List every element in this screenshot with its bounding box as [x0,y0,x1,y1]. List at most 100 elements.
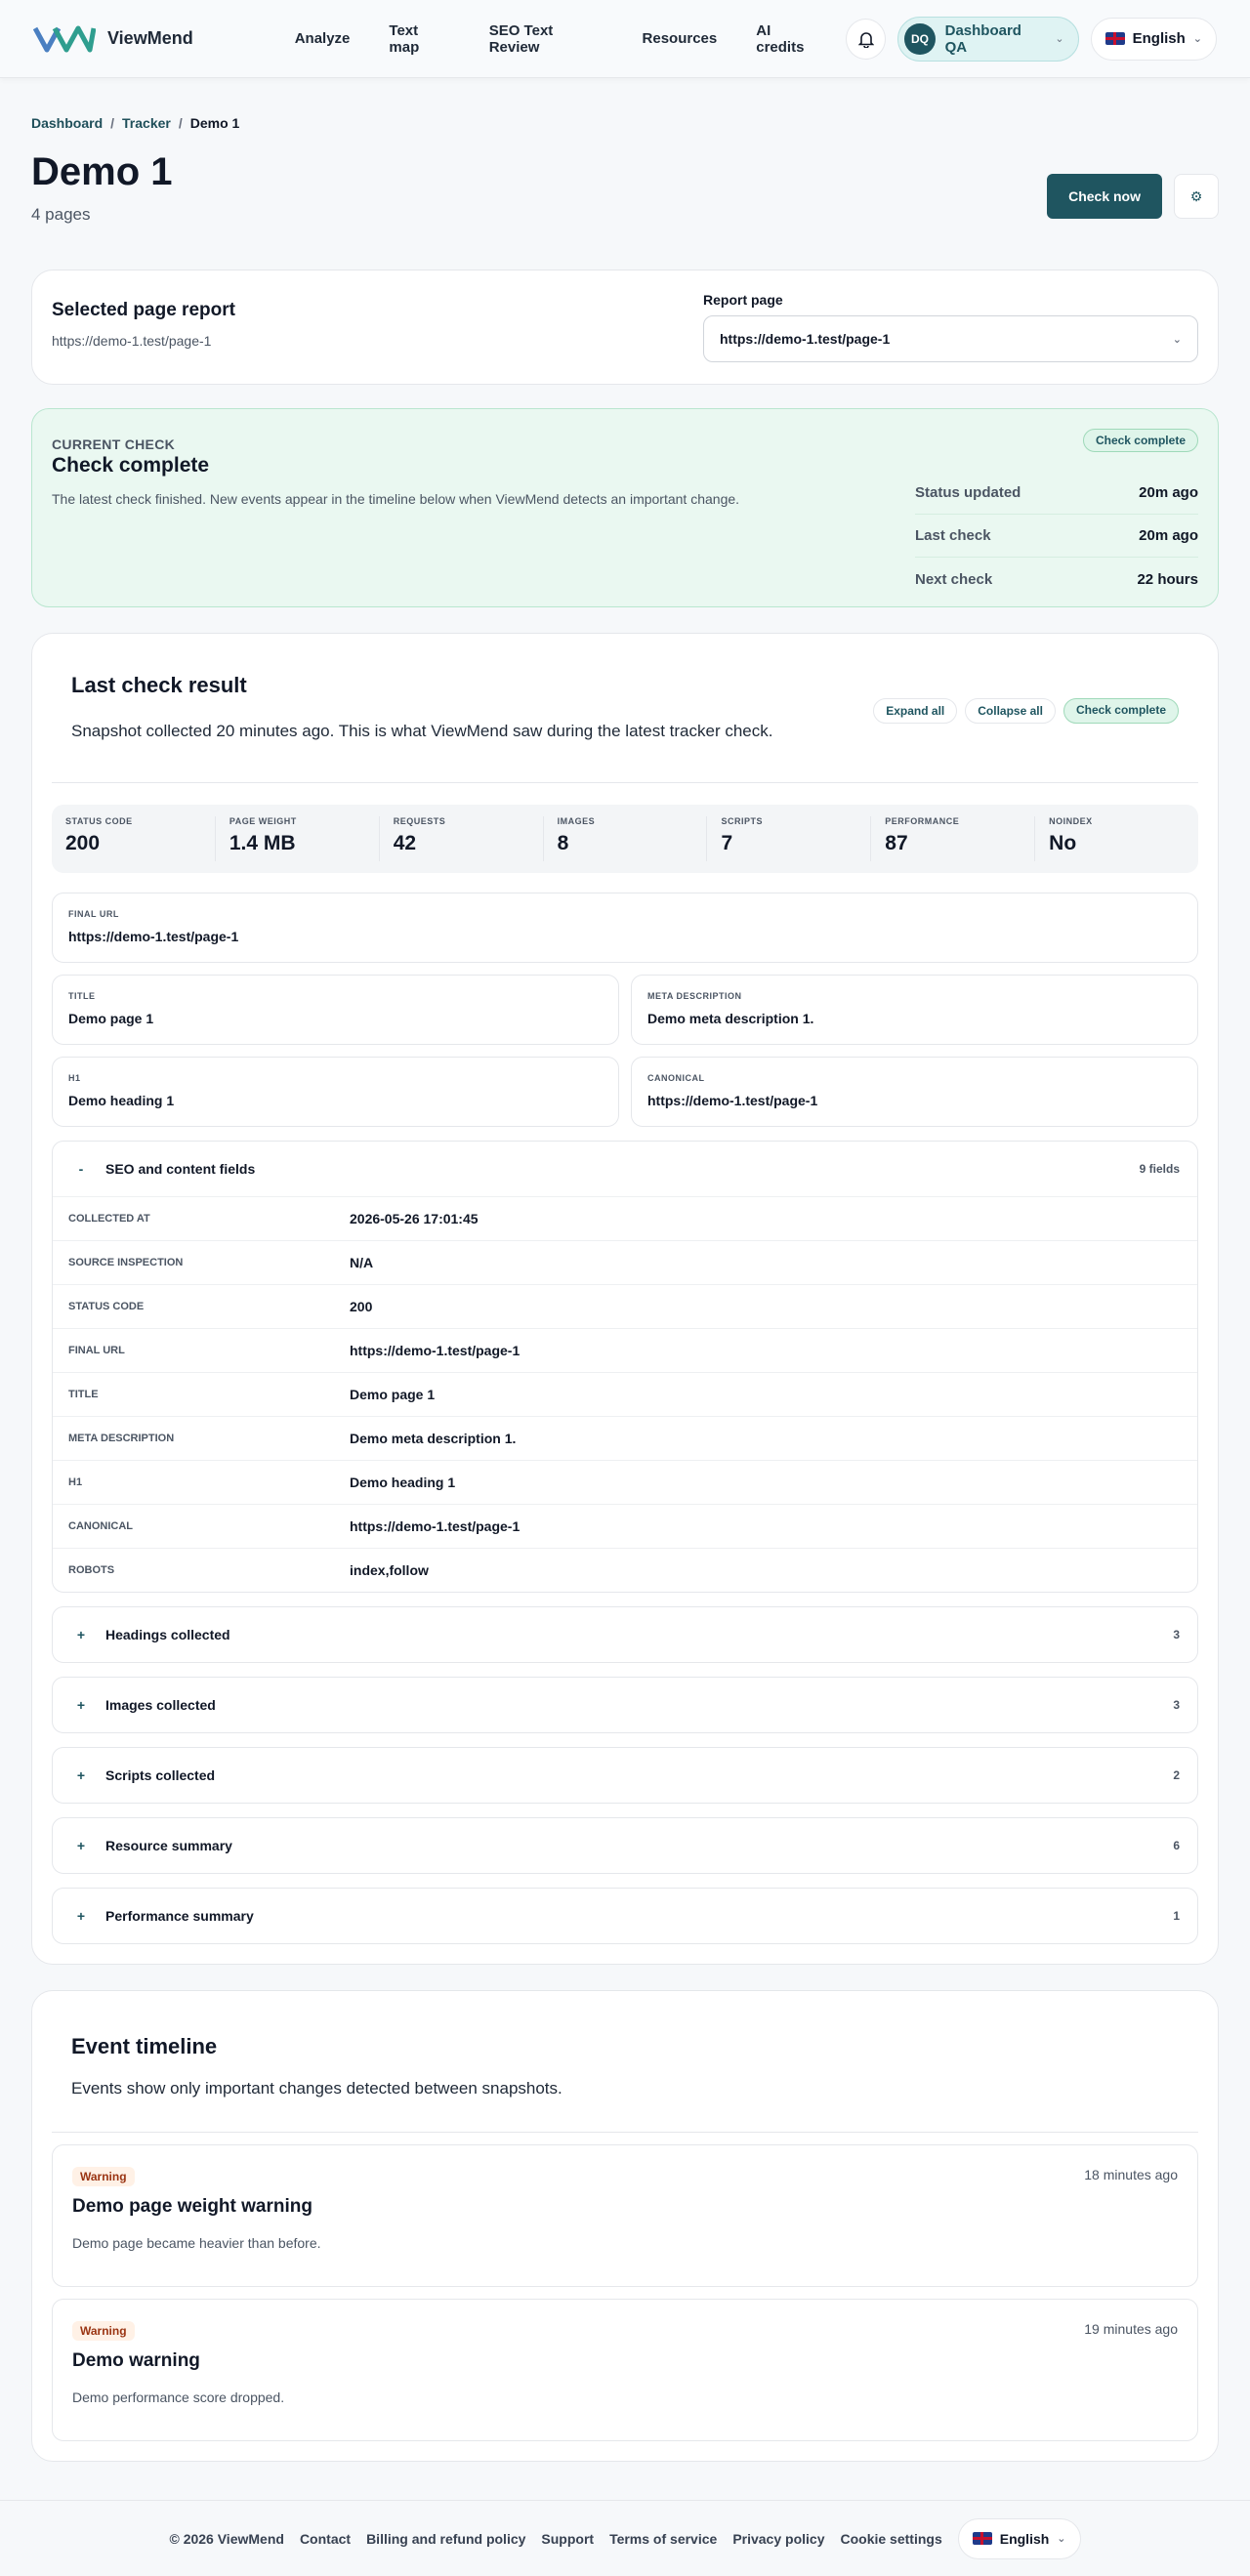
footer-link-billing[interactable]: Billing and refund policy [366,2531,525,2547]
language-selector[interactable]: English ⌄ [1090,17,1217,61]
check-now-button[interactable]: Check now [1047,174,1162,219]
performance-summary-section[interactable]: + Performance summary 1 [52,1888,1198,1944]
section-title: Images collected [105,1697,216,1713]
settings-button[interactable]: ⚙ [1174,174,1219,219]
field-value: Demo page 1 [68,1011,154,1026]
uk-flag-icon [1104,32,1125,45]
nav-seo-text-review[interactable]: SEO Text Review [489,22,604,56]
timeline-description: Events show only important changes detec… [71,2079,562,2098]
row-label: SOURCE INSPECTION [68,1257,184,1268]
row-label: FINAL URL [68,1345,125,1356]
current-check-kicker: CURRENT CHECK [52,436,176,452]
metric-status-code: STATUS CODE 200 [52,816,216,861]
seo-content-fields-section: - SEO and content fields 9 fields COLLEC… [52,1141,1198,1593]
result-actions: Expand all Collapse all Check complete [873,698,1179,724]
row-label: TITLE [68,1389,99,1400]
table-row: ROBOTS index,follow [53,1548,1197,1592]
metric-noindex: NOINDEX No [1035,816,1198,861]
row-label: H1 [68,1476,83,1488]
stat-label: Last check [915,527,991,544]
table-row: META DESCRIPTION Demo meta description 1. [53,1416,1197,1460]
table-row: H1 Demo heading 1 [53,1460,1197,1504]
report-page-select[interactable]: https://demo-1.test/page-1 ⌄ [703,315,1198,362]
stat-label: Status updated [915,484,1021,501]
section-count: 1 [1173,1909,1180,1923]
metric-value: 8 [557,832,569,854]
scripts-collected-section[interactable]: + Scripts collected 2 [52,1747,1198,1804]
event-timestamp: 19 minutes ago [1084,2321,1178,2337]
notifications-button[interactable] [846,18,887,60]
breadcrumb-tracker[interactable]: Tracker [122,115,171,131]
gear-icon: ⚙ [1189,187,1203,204]
timeline-title: Event timeline [71,2034,218,2058]
metrics-strip: STATUS CODE 200 PAGE WEIGHT 1.4 MB REQUEST… [52,805,1198,873]
footer-link-privacy[interactable]: Privacy policy [732,2531,824,2547]
event-title: Demo page weight warning [72,2196,312,2217]
chevron-down-icon: ⌄ [1172,333,1182,346]
nav-analyze[interactable]: Analyze [295,30,351,47]
images-collected-section[interactable]: + Images collected 3 [52,1677,1198,1733]
nav-text-map[interactable]: Text map [389,22,449,56]
avatar: DQ [904,22,936,55]
collapse-all-button[interactable]: Collapse all [965,698,1056,724]
section-title: SEO and content fields [105,1161,256,1177]
canonical-field: CANONICAL https://demo-1.test/page-1 [631,1057,1198,1127]
top-navigation-bar: ViewMend Analyze Text map SEO Text Revie… [0,0,1250,78]
expand-icon: + [76,1627,86,1642]
timeline-event: Warning Demo page weight warning Demo pa… [52,2144,1198,2287]
metric-value: 87 [885,832,908,854]
nav-ai-credits[interactable]: AI credits [756,22,820,56]
row-value: Demo page 1 [350,1387,436,1402]
seo-section-toggle[interactable]: - SEO and content fields 9 fields [53,1142,1197,1196]
row-value: Demo meta description 1. [350,1431,517,1446]
uk-flag-icon [972,2532,992,2545]
metric-performance: PERFORMANCE 87 [871,816,1036,861]
section-title: Resource summary [105,1838,232,1853]
footer: © 2026 ViewMend Contact Billing and refu… [0,2500,1250,2576]
row-value: 200 [350,1299,373,1314]
brand-logo[interactable]: ViewMend [33,24,193,54]
footer-language-selector[interactable]: English ⌄ [957,2517,1081,2559]
row-label: META DESCRIPTION [68,1433,175,1444]
footer-link-support[interactable]: Support [541,2531,594,2547]
metric-label: SCRIPTS [721,816,763,826]
row-label: STATUS CODE [68,1301,145,1312]
brand-name: ViewMend [107,28,193,48]
resource-summary-section[interactable]: + Resource summary 6 [52,1817,1198,1874]
breadcrumb-dashboard[interactable]: Dashboard [31,115,103,131]
nav-resources[interactable]: Resources [643,30,718,47]
page-title: Demo 1 [31,150,173,193]
field-value: https://demo-1.test/page-1 [647,1093,818,1108]
row-label: ROBOTS [68,1564,115,1576]
metric-value: 1.4 MB [229,832,296,854]
account-menu-button[interactable]: DQ Dashboard QA ⌄ [897,16,1079,62]
event-timestamp: 18 minutes ago [1084,2167,1178,2182]
headings-collected-section[interactable]: + Headings collected 3 [52,1606,1198,1663]
final-url-field: FINAL URL https://demo-1.test/page-1 [52,893,1198,963]
check-stats: Status updated 20m ago Last check 20m ago … [915,472,1198,601]
result-description: Snapshot collected 20 minutes ago. This … [71,722,773,740]
metric-scripts: SCRIPTS 7 [707,816,872,861]
metric-page-weight: PAGE WEIGHT 1.4 MB [216,816,380,861]
report-title: Selected page report [52,300,235,320]
warning-badge: Warning [72,2321,135,2341]
expand-icon: + [76,1767,86,1783]
footer-link-contact[interactable]: Contact [300,2531,351,2547]
footer-link-terms[interactable]: Terms of service [609,2531,717,2547]
expand-all-button[interactable]: Expand all [873,698,958,724]
table-row: TITLE Demo page 1 [53,1372,1197,1416]
metric-requests: REQUESTS 42 [380,816,544,861]
report-page-label: Report page [703,292,783,308]
breadcrumb-current: Demo 1 [189,115,240,131]
field-value: Demo meta description 1. [647,1011,814,1026]
field-label: CANONICAL [647,1073,705,1083]
footer-link-cookies[interactable]: Cookie settings [840,2531,941,2547]
expand-icon: + [76,1697,86,1713]
report-url: https://demo-1.test/page-1 [52,333,212,349]
row-value: https://demo-1.test/page-1 [350,1518,521,1534]
stat-value: 22 hours [1137,570,1198,588]
section-count: 9 fields [1139,1162,1180,1176]
metric-label: IMAGES [557,816,596,826]
section-title: Headings collected [105,1627,230,1642]
metric-value: No [1049,832,1077,854]
